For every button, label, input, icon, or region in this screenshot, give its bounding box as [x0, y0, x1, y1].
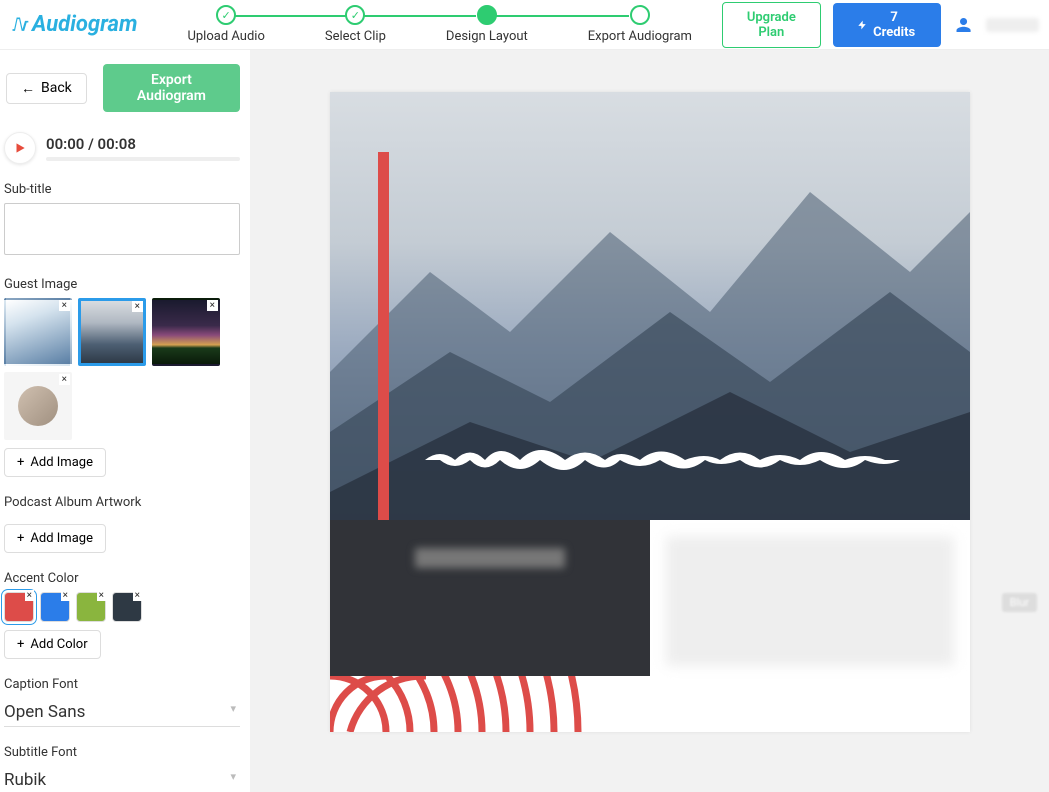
add-image-label: Add Image: [30, 455, 93, 470]
check-icon: [216, 5, 236, 25]
add-color-button[interactable]: + Add Color: [4, 630, 101, 659]
caption-font-label: Caption Font: [4, 677, 240, 692]
step-label: Design Layout: [446, 29, 528, 44]
subtitle-font-select[interactable]: Rubik: [4, 766, 240, 792]
bolt-icon: [857, 19, 867, 31]
step-upload-audio[interactable]: Upload Audio: [157, 5, 294, 44]
export-audiogram-button[interactable]: Export Audiogram: [103, 64, 240, 112]
progress-steps: Upload Audio Select Clip Design Layout E…: [157, 5, 722, 44]
canvas-area: Blur: [250, 50, 1049, 792]
canvas-footer: [330, 520, 970, 676]
add-color-label: Add Color: [30, 637, 87, 652]
progress-bar[interactable]: [46, 157, 240, 161]
plus-icon: +: [17, 637, 24, 652]
close-icon[interactable]: ×: [25, 590, 34, 601]
credits-button[interactable]: 7 Credits: [833, 3, 941, 47]
circle-icon: [630, 5, 650, 25]
logo[interactable]: Audiogram: [10, 12, 137, 37]
caption-font-select[interactable]: Open Sans: [4, 698, 240, 727]
close-icon[interactable]: ×: [61, 590, 70, 601]
accent-swatch[interactable]: ×: [4, 592, 34, 622]
plus-icon: +: [17, 455, 24, 470]
step-select-clip[interactable]: Select Clip: [295, 5, 416, 44]
close-icon[interactable]: ×: [132, 301, 143, 312]
guest-image-thumb[interactable]: ×: [4, 298, 72, 366]
content-placeholder: [666, 536, 954, 666]
step-label: Upload Audio: [187, 29, 264, 44]
play-icon: [13, 141, 27, 155]
accent-color-label: Accent Color: [4, 571, 240, 586]
title-placeholder: [415, 548, 565, 568]
subtitle-label: Sub-title: [4, 182, 240, 197]
upgrade-plan-button[interactable]: Upgrade Plan: [722, 2, 821, 48]
close-icon[interactable]: ×: [133, 590, 142, 601]
check-icon: [345, 5, 365, 25]
guest-image-thumb[interactable]: ×: [78, 298, 146, 366]
add-image-label: Add Image: [30, 531, 93, 546]
add-guest-image-button[interactable]: + Add Image: [4, 448, 106, 477]
close-icon[interactable]: ×: [59, 374, 70, 385]
preview-canvas[interactable]: [330, 92, 970, 732]
time-display: 00:00 / 00:08: [46, 135, 240, 153]
user-name[interactable]: [986, 18, 1039, 32]
step-label: Select Clip: [325, 29, 386, 44]
waveform: [400, 440, 900, 484]
plus-icon: +: [17, 531, 24, 546]
credits-label: 7 Credits: [871, 10, 917, 40]
close-icon[interactable]: ×: [207, 300, 218, 311]
back-button[interactable]: ← Back: [6, 73, 87, 104]
back-label: Back: [41, 80, 72, 96]
subtitle-font-label: Subtitle Font: [4, 745, 240, 760]
circle-icon: [477, 5, 497, 25]
guest-image-label: Guest Image: [4, 277, 240, 292]
subtitle-input[interactable]: [4, 203, 240, 255]
play-button[interactable]: [4, 132, 36, 164]
add-album-artwork-button[interactable]: + Add Image: [4, 524, 106, 553]
album-artwork-label: Podcast Album Artwork: [4, 495, 240, 510]
guest-image-thumb[interactable]: ×: [152, 298, 220, 366]
blur-badge: Blur: [1002, 593, 1037, 612]
user-icon[interactable]: [953, 13, 974, 37]
guest-image-thumb[interactable]: ×: [4, 372, 72, 440]
logo-text: Audiogram: [32, 12, 137, 37]
close-icon[interactable]: ×: [97, 590, 106, 601]
step-export-audiogram[interactable]: Export Audiogram: [558, 5, 722, 44]
accent-swatch[interactable]: ×: [112, 592, 142, 622]
sidebar: ← Back Export Audiogram 00:00 / 00:08 Su…: [0, 50, 250, 792]
step-design-layout[interactable]: Design Layout: [416, 5, 558, 44]
close-icon[interactable]: ×: [59, 300, 70, 311]
accent-swatch[interactable]: ×: [40, 592, 70, 622]
accent-swatch[interactable]: ×: [76, 592, 106, 622]
arc-decoration: [330, 676, 590, 732]
arrow-left-icon: ←: [21, 80, 35, 97]
step-label: Export Audiogram: [588, 29, 692, 44]
